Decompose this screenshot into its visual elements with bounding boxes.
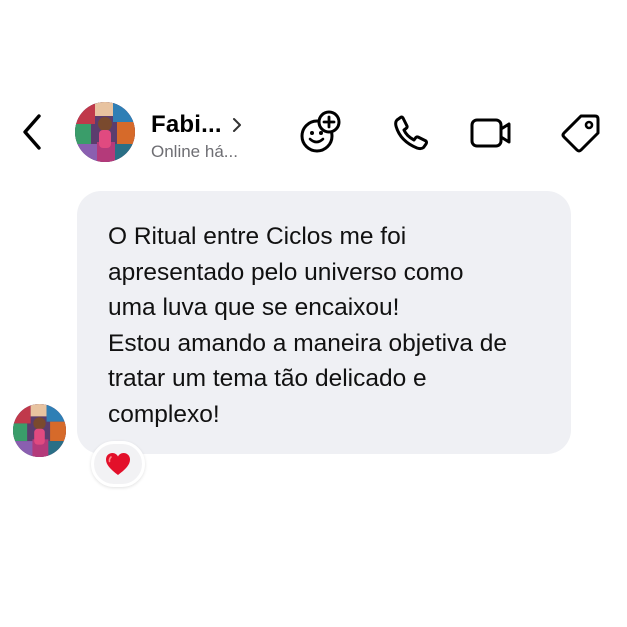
message-line: uma luva que se encaixou! (108, 294, 400, 321)
back-button[interactable] (14, 112, 50, 152)
contact-info[interactable]: Fabi... Online há... (151, 110, 281, 166)
tag-button[interactable] (558, 110, 604, 156)
message-bubble[interactable]: O Ritual entre Ciclos me foi apresentado… (77, 191, 571, 454)
call-button[interactable] (388, 110, 434, 156)
sender-avatar[interactable] (13, 404, 66, 457)
message-line: O Ritual entre Ciclos me foi (108, 223, 407, 250)
phone-icon (394, 115, 428, 151)
heart-icon (106, 453, 130, 475)
back-chevron-icon (23, 114, 41, 150)
chevron-right-icon (232, 117, 242, 133)
video-call-button[interactable] (468, 110, 514, 156)
video-camera-icon (470, 118, 511, 148)
add-emoji-button[interactable] (298, 110, 344, 156)
message-line: apresentado pelo universo como (108, 258, 464, 286)
heart-reaction[interactable] (91, 441, 145, 487)
contact-name: Fabi... (151, 111, 222, 138)
avatar[interactable] (75, 102, 135, 162)
message-line: Estou amando a maneira objetiva de (108, 329, 508, 357)
message-line: tratar um tema tão delicado e (108, 365, 427, 392)
chat-header: Fabi... Online há... (0, 96, 627, 168)
add-emoji-icon (300, 110, 341, 153)
contact-status: Online há... (151, 142, 238, 161)
message-line: complexo! (108, 400, 220, 428)
tag-icon (561, 114, 600, 153)
